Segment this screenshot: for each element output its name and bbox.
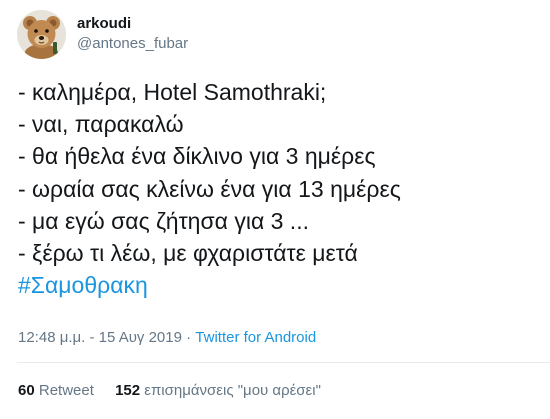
tweet-line: - ξέρω τι λέω, με φχαριστάτε μετά <box>18 240 358 267</box>
retweets-label: Retweet <box>38 382 94 399</box>
hashtag-link[interactable]: #Σαμοθρακη <box>18 269 538 301</box>
tweet-stats: 60 Retweet 152 επισημάνσεις "μου αρέσει" <box>18 381 321 401</box>
divider <box>17 362 550 363</box>
user-names: arkoudi @antones_fubar <box>77 14 188 53</box>
tweet-meta: 12:48 μ.μ. - 15 Αυγ 2019 · Twitter for A… <box>18 329 317 346</box>
retweets-count: 60 <box>18 382 35 399</box>
retweets-stat[interactable]: 60 Retweet <box>18 382 98 399</box>
tweet-line: - καλημέρα, Hotel Samothraki; <box>18 79 327 105</box>
tweet-line: - θα ήθελα ένα δίκλινο για 3 ημέρες <box>18 143 376 170</box>
tweet-text: - καλημέρα, Hotel Samothraki; - ναι, παρ… <box>18 76 538 301</box>
tweet-card: arkoudi @antones_fubar - καλημέρα, Hotel… <box>0 0 550 419</box>
source-link[interactable]: Twitter for Android <box>195 329 316 346</box>
likes-count: 152 <box>115 382 141 399</box>
display-name[interactable]: arkoudi <box>77 14 188 34</box>
avatar[interactable] <box>17 9 66 59</box>
tweet-line: - ωραία σας κλείνω ένα για 13 ημέρες <box>18 175 401 202</box>
likes-label: επισημάνσεις "μου αρέσει" <box>144 382 321 399</box>
tweet-header: arkoudi @antones_fubar <box>17 9 188 59</box>
tweet-date[interactable]: 15 Αυγ 2019 <box>99 329 182 346</box>
teddy-bear-icon <box>17 9 66 59</box>
tweet-line: - ναι, παρακαλώ <box>18 111 184 138</box>
user-handle[interactable]: @antones_fubar <box>77 34 188 53</box>
tweet-time[interactable]: 12:48 μ.μ. <box>18 329 85 346</box>
likes-stat[interactable]: 152 επισημάνσεις "μου αρέσει" <box>115 382 321 399</box>
tweet-line: - μα εγώ σας ζήτησα για 3 ... <box>18 207 309 234</box>
